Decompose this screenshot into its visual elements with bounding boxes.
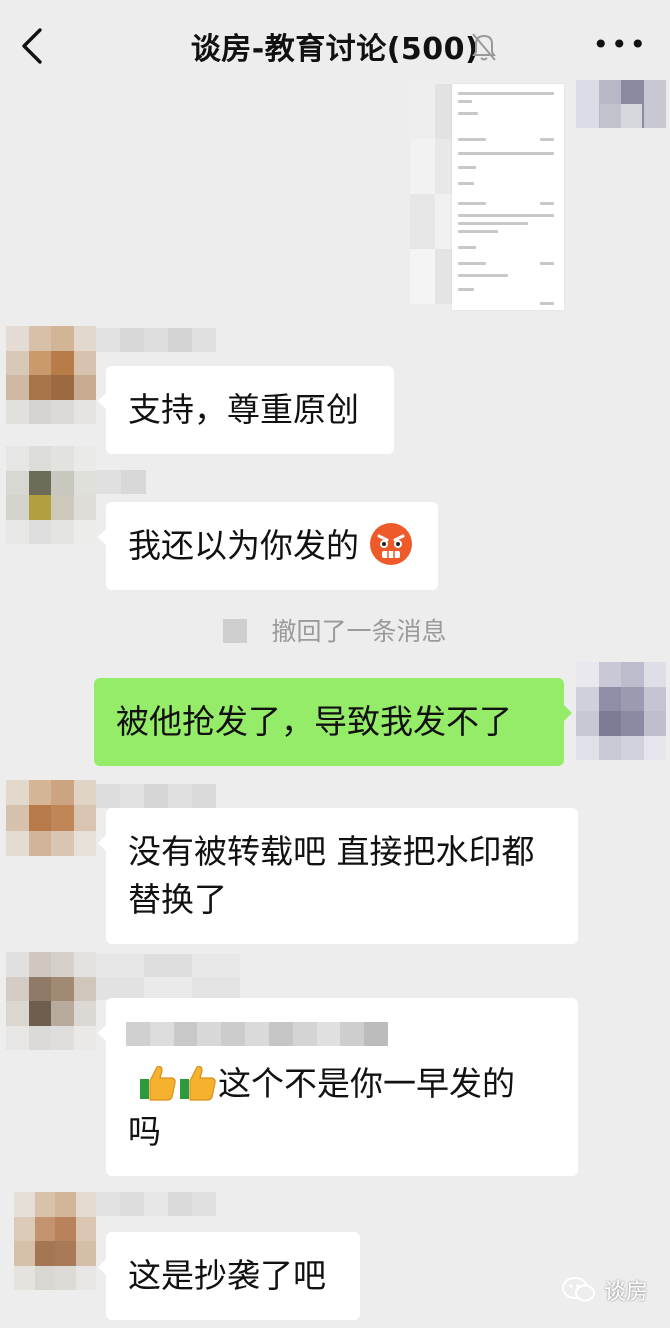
bell-muted-icon — [472, 33, 496, 61]
message-text: 被他抢发了，导致我发不了 — [116, 702, 512, 741]
message-text: 这个不是你一早发的 — [218, 1064, 515, 1103]
message-bubble[interactable]: 这是抄袭了吧 — [98, 1232, 360, 1320]
watermark: 谈房 — [561, 1274, 648, 1306]
wechat-icon — [561, 1277, 595, 1302]
message-bubble[interactable]: 支持，尊重原创 — [98, 366, 394, 454]
message-bubble[interactable]: 没有被转载吧 直接把水印都 替换了 — [98, 808, 578, 944]
message-text-line: 这个不是你一早发的 — [128, 1060, 556, 1108]
thumbs-up-icon — [140, 1065, 176, 1101]
recall-notice: 撤回了一条消息 — [0, 612, 670, 648]
my-message-bubble[interactable]: 被他抢发了，导致我发不了 — [94, 678, 572, 766]
avatar[interactable] — [6, 780, 96, 856]
thumbs-up-icon — [180, 1065, 216, 1101]
sender-name-blurred — [96, 1192, 216, 1216]
message-text-line: 没有被转载吧 直接把水印都 — [128, 832, 535, 871]
message-text: 这是抄袭了吧 — [128, 1256, 326, 1295]
watermark-text: 谈房 — [603, 1280, 648, 1305]
angry-face-icon — [369, 523, 412, 565]
sender-name-blurred — [96, 954, 240, 1000]
avatar-blur — [600, 104, 642, 128]
message-text-line: 替换了 — [128, 880, 227, 919]
chat-title: 谈房-教育讨论(500) — [190, 32, 480, 67]
chat-header: 谈房-教育讨论(500) ••• — [0, 0, 670, 90]
message-bubble[interactable]: 这个不是你一早发的 吗 — [98, 998, 578, 1176]
message-text-line: 吗 — [128, 1112, 161, 1151]
message-text: 我还以为你发的 — [128, 526, 359, 565]
message-text: 支持，尊重原创 — [128, 390, 359, 429]
avatar[interactable] — [6, 446, 96, 544]
avatar[interactable] — [576, 662, 666, 760]
avatar[interactable] — [14, 1192, 96, 1290]
sender-name-blurred — [96, 784, 216, 808]
sender-name-blurred — [96, 470, 146, 494]
avatar[interactable] — [6, 952, 96, 1050]
recall-text: 撤回了一条消息 — [271, 617, 447, 646]
quoted-text-blurred — [126, 1022, 388, 1046]
recaller-name-blurred — [223, 619, 248, 643]
more-dots-icon[interactable]: ••• — [592, 31, 648, 59]
sender-name-blurred — [96, 328, 216, 352]
avatar[interactable] — [6, 326, 96, 424]
shared-screenshot-image[interactable] — [452, 84, 564, 310]
message-bubble[interactable]: 我还以为你发的 — [98, 502, 438, 590]
